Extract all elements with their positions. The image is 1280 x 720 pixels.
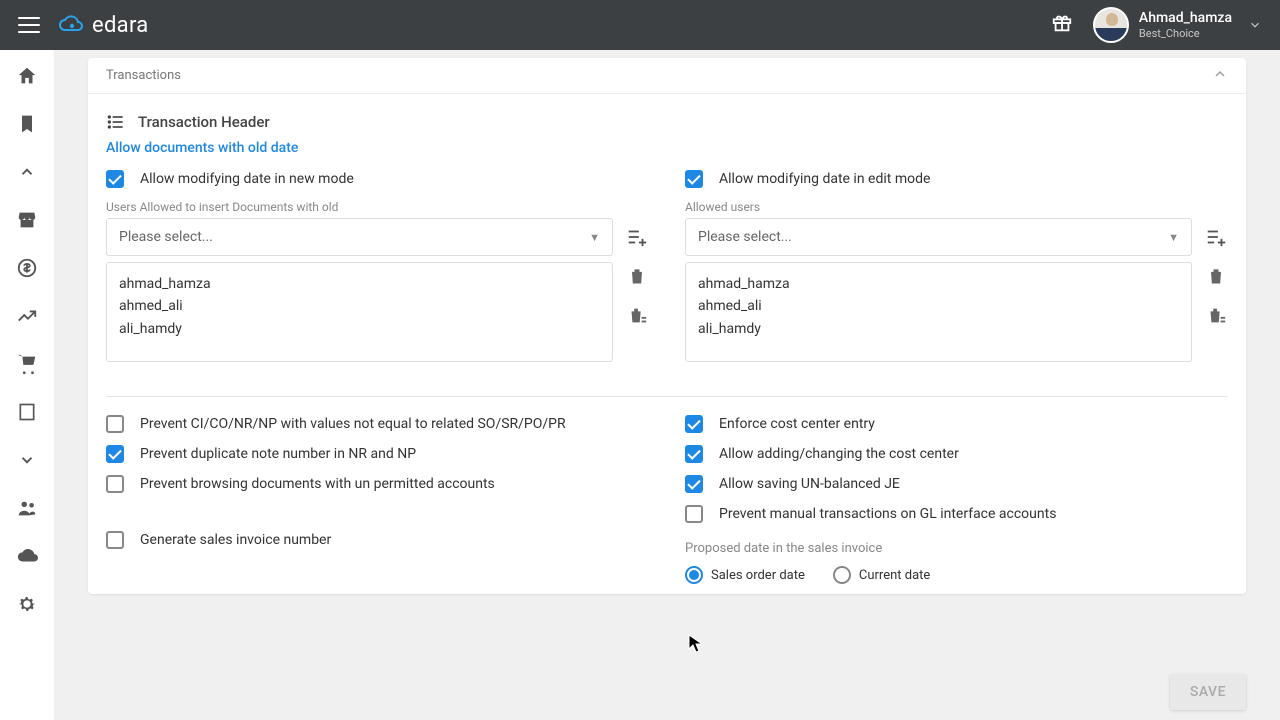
gift-icon[interactable]	[1051, 12, 1073, 38]
list-item[interactable]: ali_hamdy	[119, 318, 600, 340]
user-menu[interactable]: Ahmad_hamza Best_Choice	[1093, 7, 1262, 43]
chevron-down-icon	[1248, 18, 1262, 32]
checkbox-gen-invoice[interactable]	[106, 531, 124, 549]
allowed-users-label: Allowed users	[685, 200, 1228, 214]
trash-all-icon[interactable]	[625, 304, 649, 328]
list-item[interactable]: ahmed_ali	[119, 295, 600, 317]
allow-old-date-link[interactable]: Allow documents with old date	[106, 140, 1228, 156]
trending-icon[interactable]	[15, 304, 39, 328]
radio-current-date[interactable]	[833, 566, 851, 584]
label-prevent-manual: Prevent manual transactions on GL interf…	[719, 506, 1056, 522]
list-item[interactable]: ahmed_ali	[698, 295, 1179, 317]
checkbox-prevent-browse[interactable]	[106, 475, 124, 493]
label-unbalanced: Allow saving UN-balanced JE	[719, 476, 900, 492]
label-prevent-dup: Prevent duplicate note number in NR and …	[140, 446, 416, 462]
checkbox-allow-cc[interactable]	[685, 445, 703, 463]
bookmark-icon[interactable]	[15, 112, 39, 136]
panel-title: Transactions	[106, 68, 181, 83]
checkbox-unbalanced[interactable]	[685, 475, 703, 493]
checkbox-modify-edit[interactable]	[685, 170, 703, 188]
home-icon[interactable]	[15, 64, 39, 88]
select-placeholder: Please select...	[698, 229, 792, 245]
add-list-icon[interactable]	[1204, 225, 1228, 249]
add-list-icon[interactable]	[625, 225, 649, 249]
checkbox-prevent-ci[interactable]	[106, 415, 124, 433]
label-gen-invoice: Generate sales invoice number	[140, 532, 331, 548]
label-allow-cc: Allow adding/changing the cost center	[719, 446, 959, 462]
radio-sales-order-date[interactable]	[685, 566, 703, 584]
label-modify-new: Allow modifying date in new mode	[140, 171, 354, 187]
store-icon[interactable]	[15, 208, 39, 232]
list-item[interactable]: ahmad_hamza	[119, 273, 600, 295]
transactions-panel: Transactions Transaction Header Allow do…	[88, 58, 1246, 594]
allowed-users-select[interactable]: Please select... ▼	[685, 218, 1192, 256]
gear-icon[interactable]	[15, 592, 39, 616]
users-old-list[interactable]: ahmad_hamza ahmed_ali ali_hamdy	[106, 262, 613, 362]
save-button[interactable]: SAVE	[1170, 674, 1246, 710]
checkbox-prevent-manual[interactable]	[685, 505, 703, 523]
menu-icon[interactable]	[18, 17, 40, 33]
cloud-icon	[58, 15, 86, 35]
users-old-select[interactable]: Please select... ▼	[106, 218, 613, 256]
sidebar	[0, 50, 54, 720]
dollar-icon[interactable]	[15, 256, 39, 280]
caret-down-icon: ▼	[1168, 231, 1179, 244]
label-prevent-browse: Prevent browsing documents with un permi…	[140, 476, 495, 492]
select-placeholder: Please select...	[119, 229, 213, 245]
user-name: Ahmad_hamza	[1139, 10, 1232, 27]
checkbox-modify-new[interactable]	[106, 170, 124, 188]
section-title: Transaction Header	[138, 113, 270, 131]
label-enforce-cc: Enforce cost center entry	[719, 416, 875, 432]
list-item[interactable]: ali_hamdy	[698, 318, 1179, 340]
trash-icon[interactable]	[625, 264, 649, 288]
label-modify-edit: Allow modifying date in edit mode	[719, 171, 930, 187]
avatar	[1093, 7, 1129, 43]
logo-text: edara	[92, 13, 149, 38]
allowed-users-list[interactable]: ahmad_hamza ahmed_ali ali_hamdy	[685, 262, 1192, 362]
label-prevent-ci: Prevent CI/CO/NR/NP with values not equa…	[140, 416, 566, 432]
logo[interactable]: edara	[58, 13, 149, 38]
top-bar: edara Ahmad_hamza Best_Choice	[0, 0, 1280, 50]
trash-all-icon[interactable]	[1204, 304, 1228, 328]
proposed-date-label: Proposed date in the sales invoice	[685, 541, 1228, 556]
building-icon[interactable]	[15, 400, 39, 424]
collapse-icon[interactable]	[1212, 66, 1228, 86]
people-icon[interactable]	[15, 496, 39, 520]
trash-icon[interactable]	[1204, 264, 1228, 288]
chevron-up-icon[interactable]	[15, 160, 39, 184]
cloud-icon[interactable]	[15, 544, 39, 568]
users-old-label: Users Allowed to insert Documents with o…	[106, 200, 649, 214]
main-content: Transactions Transaction Header Allow do…	[54, 50, 1280, 720]
radio-label-current: Current date	[859, 568, 930, 583]
list-item[interactable]: ahmad_hamza	[698, 273, 1179, 295]
chevron-down-icon[interactable]	[15, 448, 39, 472]
org-name: Best_Choice	[1139, 27, 1232, 40]
divider	[106, 396, 1228, 397]
checkbox-prevent-dup[interactable]	[106, 445, 124, 463]
list-icon	[106, 112, 126, 132]
checkbox-enforce-cc[interactable]	[685, 415, 703, 433]
cart-icon[interactable]	[15, 352, 39, 376]
caret-down-icon: ▼	[589, 231, 600, 244]
radio-label-so: Sales order date	[711, 568, 805, 583]
